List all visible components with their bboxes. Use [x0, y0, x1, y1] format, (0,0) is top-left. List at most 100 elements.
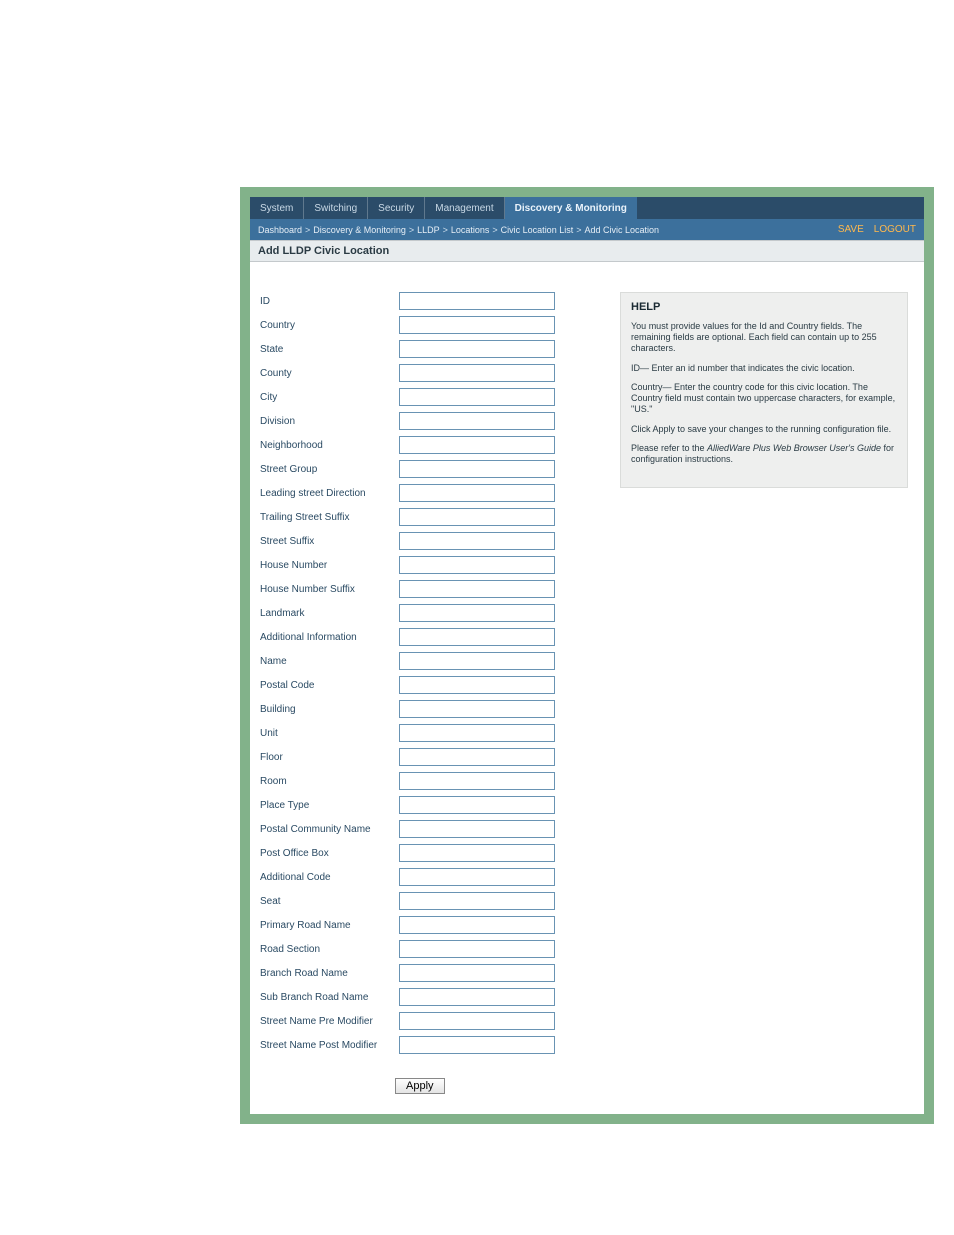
input-street_suffix[interactable] [399, 532, 555, 550]
label-postal_code: Postal Code [260, 680, 399, 691]
form-row-trailing_street_suffix: Trailing Street Suffix [260, 508, 600, 526]
breadcrumb-item[interactable]: Dashboard [258, 225, 302, 235]
breadcrumb-separator: > [489, 225, 500, 235]
form-row-place_type: Place Type [260, 796, 600, 814]
input-house_number[interactable] [399, 556, 555, 574]
label-state: State [260, 344, 399, 355]
apply-button[interactable]: Apply [395, 1078, 445, 1094]
input-postal_code[interactable] [399, 676, 555, 694]
form-row-primary_road_name: Primary Road Name [260, 916, 600, 934]
breadcrumb-item[interactable]: Discovery & Monitoring [313, 225, 406, 235]
save-link[interactable]: SAVE [838, 224, 864, 235]
tab-security[interactable]: Security [368, 197, 424, 219]
form-row-street_suffix: Street Suffix [260, 532, 600, 550]
tab-switching[interactable]: Switching [304, 197, 367, 219]
help-panel: HELP You must provide values for the Id … [620, 292, 908, 488]
input-branch_road_name[interactable] [399, 964, 555, 982]
tab-discovery-monitoring[interactable]: Discovery & Monitoring [505, 197, 637, 219]
input-sub_branch_road_name[interactable] [399, 988, 555, 1006]
label-primary_road_name: Primary Road Name [260, 920, 399, 931]
label-building: Building [260, 704, 399, 715]
input-building[interactable] [399, 700, 555, 718]
input-street_name_post_modifier[interactable] [399, 1036, 555, 1054]
input-additional_information[interactable] [399, 628, 555, 646]
input-unit[interactable] [399, 724, 555, 742]
label-city: City [260, 392, 399, 403]
form-row-branch_road_name: Branch Road Name [260, 964, 600, 982]
input-postal_community_name[interactable] [399, 820, 555, 838]
input-street_group[interactable] [399, 460, 555, 478]
input-landmark[interactable] [399, 604, 555, 622]
input-additional_code[interactable] [399, 868, 555, 886]
form-row-city: City [260, 388, 600, 406]
form-row-id: ID [260, 292, 600, 310]
label-sub_branch_road_name: Sub Branch Road Name [260, 992, 399, 1003]
label-leading_street_direction: Leading street Direction [260, 488, 399, 499]
label-branch_road_name: Branch Road Name [260, 968, 399, 979]
label-county: County [260, 368, 399, 379]
label-additional_information: Additional Information [260, 632, 399, 643]
help-text-part: Please refer to the [631, 443, 707, 453]
input-seat[interactable] [399, 892, 555, 910]
input-leading_street_direction[interactable] [399, 484, 555, 502]
input-primary_road_name[interactable] [399, 916, 555, 934]
form-row-street_name_post_modifier: Street Name Post Modifier [260, 1036, 600, 1054]
help-text: Click Apply to save your changes to the … [631, 424, 897, 435]
input-division[interactable] [399, 412, 555, 430]
breadcrumb-item[interactable]: Civic Location List [501, 225, 574, 235]
breadcrumb-separator: > [302, 225, 313, 235]
form-row-house_number: House Number [260, 556, 600, 574]
form-row-room: Room [260, 772, 600, 790]
tab-system[interactable]: System [250, 197, 303, 219]
form-row-additional_information: Additional Information [260, 628, 600, 646]
form-row-country: Country [260, 316, 600, 334]
input-trailing_street_suffix[interactable] [399, 508, 555, 526]
form-row-house_number_suffix: House Number Suffix [260, 580, 600, 598]
breadcrumb-separator: > [440, 225, 451, 235]
breadcrumb-row: Dashboard>Discovery & Monitoring>LLDP>Lo… [250, 219, 924, 240]
form-row-floor: Floor [260, 748, 600, 766]
input-city[interactable] [399, 388, 555, 406]
tab-management[interactable]: Management [425, 197, 503, 219]
form-row-additional_code: Additional Code [260, 868, 600, 886]
form-row-leading_street_direction: Leading street Direction [260, 484, 600, 502]
input-state[interactable] [399, 340, 555, 358]
input-street_name_pre_modifier[interactable] [399, 1012, 555, 1030]
form-row-postal_code: Postal Code [260, 676, 600, 694]
input-name[interactable] [399, 652, 555, 670]
label-road_section: Road Section [260, 944, 399, 955]
label-post_office_box: Post Office Box [260, 848, 399, 859]
label-house_number: House Number [260, 560, 399, 571]
label-additional_code: Additional Code [260, 872, 399, 883]
input-road_section[interactable] [399, 940, 555, 958]
label-street_suffix: Street Suffix [260, 536, 399, 547]
label-trailing_street_suffix: Trailing Street Suffix [260, 512, 399, 523]
input-floor[interactable] [399, 748, 555, 766]
input-place_type[interactable] [399, 796, 555, 814]
label-floor: Floor [260, 752, 399, 763]
breadcrumb-item: Add Civic Location [584, 225, 659, 235]
help-text: Country— Enter the country code for this… [631, 382, 897, 416]
label-neighborhood: Neighborhood [260, 440, 399, 451]
label-street_name_pre_modifier: Street Name Pre Modifier [260, 1016, 399, 1027]
breadcrumb-item[interactable]: LLDP [417, 225, 440, 235]
label-house_number_suffix: House Number Suffix [260, 584, 399, 595]
label-room: Room [260, 776, 399, 787]
form-row-seat: Seat [260, 892, 600, 910]
input-post_office_box[interactable] [399, 844, 555, 862]
apply-row: Apply [260, 1076, 600, 1094]
form-row-landmark: Landmark [260, 604, 600, 622]
input-neighborhood[interactable] [399, 436, 555, 454]
input-country[interactable] [399, 316, 555, 334]
input-room[interactable] [399, 772, 555, 790]
input-house_number_suffix[interactable] [399, 580, 555, 598]
help-title: HELP [631, 301, 897, 315]
content-area: IDCountryStateCountyCityDivisionNeighbor… [250, 262, 924, 1114]
input-id[interactable] [399, 292, 555, 310]
form-column: IDCountryStateCountyCityDivisionNeighbor… [260, 292, 600, 1094]
input-county[interactable] [399, 364, 555, 382]
help-column: HELP You must provide values for the Id … [620, 292, 914, 488]
logout-link[interactable]: LOGOUT [874, 224, 916, 235]
form-row-street_name_pre_modifier: Street Name Pre Modifier [260, 1012, 600, 1030]
breadcrumb-item[interactable]: Locations [451, 225, 490, 235]
